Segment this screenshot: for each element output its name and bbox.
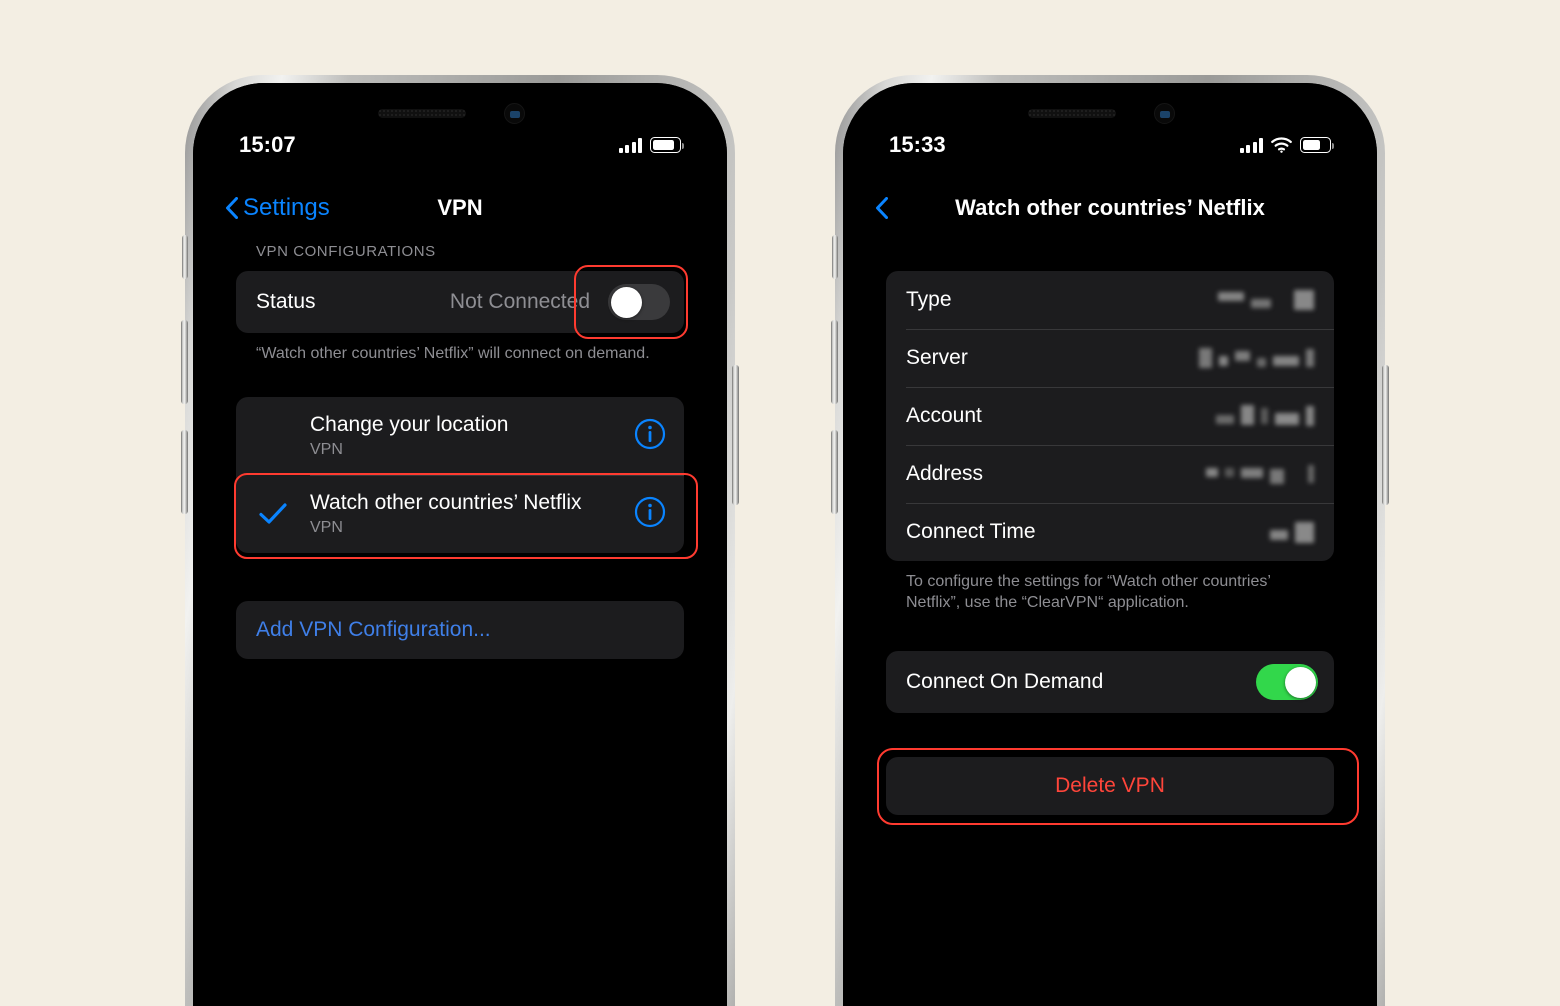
status-group: Status Not Connected bbox=[236, 271, 684, 333]
page-title-right: Watch other countries’ Netflix bbox=[955, 195, 1265, 220]
cellular-signal-icon bbox=[618, 138, 642, 153]
delete-vpn-button[interactable]: Delete VPN bbox=[886, 757, 1334, 816]
status-bar-clock: 15:33 bbox=[889, 132, 946, 157]
status-bar-icons bbox=[618, 137, 684, 153]
info-circle-icon[interactable] bbox=[634, 496, 666, 533]
battery-icon bbox=[650, 137, 684, 153]
redacted-value-type bbox=[1218, 290, 1314, 310]
vpn-detail-content: Type Server Account Address Connect Time… bbox=[877, 271, 1359, 826]
detail-row-type: Type bbox=[886, 271, 1334, 329]
connect-on-demand-label: Connect On Demand bbox=[906, 670, 1104, 694]
power-button[interactable] bbox=[1382, 365, 1389, 505]
vpn-settings-content: VPN CONFIGURATIONS Status Not Connected bbox=[234, 243, 698, 660]
status-row-value: Not Connected bbox=[449, 290, 590, 313]
detail-label: Address bbox=[906, 462, 984, 485]
earpiece-speaker-icon bbox=[378, 109, 466, 118]
config-text-block: Watch other countries’ Netflix VPN bbox=[310, 491, 634, 537]
back-to-settings-button[interactable]: Settings bbox=[225, 194, 330, 222]
volume-down-button[interactable] bbox=[181, 430, 188, 514]
config-subtitle: VPN bbox=[310, 440, 343, 458]
power-button[interactable] bbox=[732, 365, 739, 505]
front-camera-icon bbox=[1154, 103, 1175, 124]
config-title: Watch other countries’ Netflix bbox=[310, 491, 582, 515]
delete-vpn-label: Delete VPN bbox=[1055, 774, 1165, 798]
status-bar-right: 15:33 bbox=[843, 131, 1377, 159]
navigation-bar-left: Settings VPN bbox=[193, 179, 727, 237]
add-vpn-configuration-button[interactable]: Add VPN Configuration... bbox=[236, 601, 684, 660]
wifi-icon bbox=[1271, 137, 1292, 153]
vpn-config-row-change-location[interactable]: Change your location VPN bbox=[236, 397, 684, 475]
section-header-vpn-configurations: VPN CONFIGURATIONS bbox=[256, 243, 436, 260]
toggle-knob bbox=[610, 286, 642, 318]
detail-row-account: Account bbox=[886, 387, 1334, 445]
vpn-settings-screen: 15:07 Settings VPN VPN CONFIGURATIONS St… bbox=[193, 83, 727, 1006]
connect-on-demand-toggle[interactable] bbox=[1256, 664, 1318, 701]
config-title: Change your location bbox=[310, 413, 509, 437]
vpn-config-row-netflix[interactable]: Watch other countries’ Netflix VPN bbox=[236, 475, 684, 553]
status-bar-clock: 15:07 bbox=[239, 132, 296, 157]
chevron-left-icon bbox=[226, 197, 238, 219]
toggle-knob bbox=[1284, 666, 1316, 698]
detail-row-connect-time: Connect Time bbox=[886, 503, 1334, 561]
phone-screen-bezel-right: 15:33 Watch other countries’ Netflix Typ… bbox=[843, 83, 1377, 1006]
detail-row-server: Server bbox=[886, 329, 1334, 387]
silent-switch-button[interactable] bbox=[182, 235, 188, 279]
vpn-status-toggle[interactable] bbox=[608, 284, 670, 320]
volume-up-button[interactable] bbox=[181, 320, 188, 404]
back-button[interactable] bbox=[875, 197, 893, 219]
phone-device-right: 15:33 Watch other countries’ Netflix Typ… bbox=[831, 75, 1389, 1006]
phone-device-left: 15:07 Settings VPN VPN CONFIGURATIONS St… bbox=[181, 75, 739, 1006]
status-row-label: Status bbox=[256, 290, 316, 313]
detail-label: Connect Time bbox=[906, 520, 1036, 543]
redacted-value-connect-time bbox=[1270, 521, 1314, 543]
connect-on-demand-row: Connect On Demand bbox=[886, 651, 1334, 713]
detail-footnote: To configure the settings for “Watch oth… bbox=[906, 573, 1271, 612]
phone-screen-bezel-left: 15:07 Settings VPN VPN CONFIGURATIONS St… bbox=[193, 83, 727, 1006]
vpn-configurations-group: Change your location VPN Watch other cou… bbox=[236, 397, 684, 554]
vpn-detail-screen: 15:33 Watch other countries’ Netflix Typ… bbox=[843, 83, 1377, 1006]
redacted-value-account bbox=[1216, 404, 1314, 426]
navigation-bar-right: Watch other countries’ Netflix bbox=[843, 179, 1377, 237]
connect-on-demand-group: Connect On Demand bbox=[886, 651, 1334, 714]
battery-icon bbox=[1300, 137, 1334, 153]
config-text-block: Change your location VPN bbox=[310, 413, 634, 459]
silent-switch-button[interactable] bbox=[832, 235, 838, 279]
add-vpn-configuration-label: Add VPN Configuration... bbox=[256, 618, 491, 642]
redacted-value-server bbox=[1199, 348, 1314, 368]
chevron-left-icon bbox=[876, 197, 888, 219]
cellular-signal-icon bbox=[1239, 138, 1263, 153]
vpn-detail-group: Type Server Account Address Connect Time bbox=[886, 271, 1334, 561]
detail-label: Server bbox=[906, 346, 968, 369]
earpiece-speaker-icon bbox=[1028, 109, 1116, 118]
status-footnote: “Watch other countries’ Netflix” will co… bbox=[256, 345, 650, 362]
back-button-label: Settings bbox=[243, 194, 330, 221]
front-camera-icon bbox=[504, 103, 525, 124]
volume-up-button[interactable] bbox=[831, 320, 838, 404]
status-bar-left: 15:07 bbox=[193, 131, 727, 159]
checkmark-icon bbox=[236, 501, 310, 527]
vpn-status-row: Status Not Connected bbox=[236, 271, 684, 333]
detail-label: Type bbox=[906, 288, 952, 311]
redacted-value-address bbox=[1206, 464, 1314, 484]
status-bar-icons bbox=[1239, 137, 1334, 153]
info-circle-icon[interactable] bbox=[634, 418, 666, 455]
config-subtitle: VPN bbox=[310, 518, 343, 536]
detail-row-address: Address bbox=[886, 445, 1334, 503]
volume-down-button[interactable] bbox=[831, 430, 838, 514]
detail-label: Account bbox=[906, 404, 982, 427]
